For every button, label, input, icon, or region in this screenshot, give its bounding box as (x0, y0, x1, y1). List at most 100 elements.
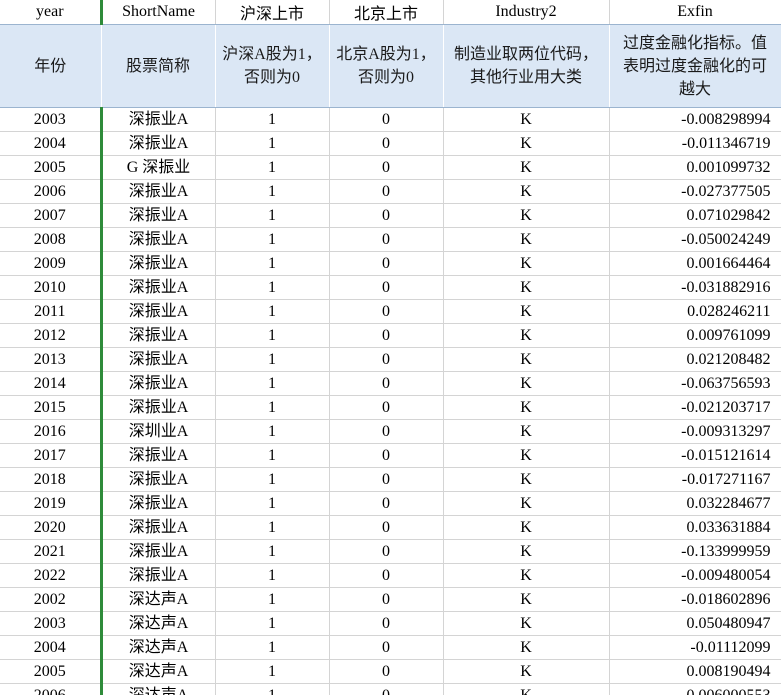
exfin-cell[interactable]: 0.033631884 (609, 515, 781, 540)
industry2-cell[interactable]: K (443, 107, 610, 132)
industry2-cell[interactable]: K (443, 515, 610, 540)
hushen-cell[interactable]: 1 (215, 491, 330, 516)
beijing-cell[interactable]: 0 (329, 323, 444, 348)
beijing-cell[interactable]: 0 (329, 371, 444, 396)
exfin-cell[interactable]: 0.001099732 (609, 155, 781, 180)
industry2-cell[interactable]: K (443, 395, 610, 420)
shortname-cell[interactable]: 深振业A (101, 179, 216, 204)
shortname-cell[interactable]: 深振业A (101, 251, 216, 276)
beijing-cell[interactable]: 0 (329, 515, 444, 540)
year-cell[interactable]: 2005 (0, 155, 103, 180)
year-cell[interactable]: 2007 (0, 203, 103, 228)
year-cell[interactable]: 2022 (0, 563, 103, 588)
industry2-cell[interactable]: K (443, 323, 610, 348)
hushen-cell[interactable]: 1 (215, 179, 330, 204)
exfin-cell[interactable]: -0.017271167 (609, 467, 781, 492)
shortname-cell[interactable]: 深振业A (101, 107, 216, 132)
exfin-cell[interactable]: 0.008190494 (609, 659, 781, 684)
shortname-cell[interactable]: 深振业A (101, 515, 216, 540)
exfin-cell[interactable]: -0.009480054 (609, 563, 781, 588)
year-cell[interactable]: 2021 (0, 539, 103, 564)
header-code-industry2[interactable]: Industry2 (443, 0, 610, 25)
hushen-cell[interactable]: 1 (215, 587, 330, 612)
shortname-cell[interactable]: 深振业A (101, 347, 216, 372)
industry2-cell[interactable]: K (443, 467, 610, 492)
shortname-cell[interactable]: 深振业A (101, 275, 216, 300)
hushen-cell[interactable]: 1 (215, 467, 330, 492)
beijing-cell[interactable]: 0 (329, 131, 444, 156)
hushen-cell[interactable]: 1 (215, 419, 330, 444)
exfin-cell[interactable]: -0.01112099 (609, 635, 781, 660)
shortname-cell[interactable]: 深达声A (101, 587, 216, 612)
exfin-cell[interactable]: -0.009313297 (609, 419, 781, 444)
exfin-cell[interactable]: 0.021208482 (609, 347, 781, 372)
shortname-cell[interactable]: G 深振业 (101, 155, 216, 180)
shortname-cell[interactable]: 深达声A (101, 659, 216, 684)
exfin-cell[interactable]: -0.031882916 (609, 275, 781, 300)
beijing-cell[interactable]: 0 (329, 587, 444, 612)
year-cell[interactable]: 2019 (0, 491, 103, 516)
shortname-cell[interactable]: 深振业A (101, 443, 216, 468)
shortname-cell[interactable]: 深振业A (101, 227, 216, 252)
exfin-cell[interactable]: -0.027377505 (609, 179, 781, 204)
industry2-cell[interactable]: K (443, 131, 610, 156)
industry2-cell[interactable]: K (443, 179, 610, 204)
hushen-cell[interactable]: 1 (215, 155, 330, 180)
industry2-cell[interactable]: K (443, 635, 610, 660)
header-code-shortname[interactable]: ShortName (101, 0, 216, 25)
hushen-cell[interactable]: 1 (215, 539, 330, 564)
exfin-cell[interactable]: -0.021203717 (609, 395, 781, 420)
shortname-cell[interactable]: 深振业A (101, 203, 216, 228)
industry2-cell[interactable]: K (443, 659, 610, 684)
hushen-cell[interactable]: 1 (215, 227, 330, 252)
year-cell[interactable]: 2008 (0, 227, 103, 252)
year-cell[interactable]: 2003 (0, 107, 103, 132)
beijing-cell[interactable]: 0 (329, 179, 444, 204)
shortname-cell[interactable]: 深达声A (101, 683, 216, 695)
industry2-cell[interactable]: K (443, 203, 610, 228)
hushen-cell[interactable]: 1 (215, 275, 330, 300)
hushen-cell[interactable]: 1 (215, 347, 330, 372)
year-cell[interactable]: 2009 (0, 251, 103, 276)
year-cell[interactable]: 2018 (0, 467, 103, 492)
exfin-cell[interactable]: 0.009761099 (609, 323, 781, 348)
industry2-cell[interactable]: K (443, 347, 610, 372)
year-cell[interactable]: 2016 (0, 419, 103, 444)
hushen-cell[interactable]: 1 (215, 131, 330, 156)
year-cell[interactable]: 2020 (0, 515, 103, 540)
industry2-cell[interactable]: K (443, 371, 610, 396)
exfin-cell[interactable]: -0.050024249 (609, 227, 781, 252)
shortname-cell[interactable]: 深达声A (101, 611, 216, 636)
industry2-cell[interactable]: K (443, 491, 610, 516)
year-cell[interactable]: 2013 (0, 347, 103, 372)
exfin-cell[interactable]: -0.133999959 (609, 539, 781, 564)
beijing-cell[interactable]: 0 (329, 635, 444, 660)
exfin-cell[interactable]: 0.006000553 (609, 683, 781, 695)
hushen-cell[interactable]: 1 (215, 563, 330, 588)
hushen-cell[interactable]: 1 (215, 659, 330, 684)
exfin-cell[interactable]: 0.001664464 (609, 251, 781, 276)
hushen-cell[interactable]: 1 (215, 611, 330, 636)
hushen-cell[interactable]: 1 (215, 299, 330, 324)
industry2-cell[interactable]: K (443, 419, 610, 444)
header-desc-hushen[interactable]: 沪深A股为1，否则为0 (215, 24, 330, 108)
header-desc-industry2[interactable]: 制造业取两位代码，其他行业用大类 (443, 24, 610, 108)
year-cell[interactable]: 2014 (0, 371, 103, 396)
shortname-cell[interactable]: 深振业A (101, 323, 216, 348)
industry2-cell[interactable]: K (443, 683, 610, 695)
shortname-cell[interactable]: 深振业A (101, 299, 216, 324)
shortname-cell[interactable]: 深振业A (101, 395, 216, 420)
industry2-cell[interactable]: K (443, 251, 610, 276)
exfin-cell[interactable]: -0.011346719 (609, 131, 781, 156)
shortname-cell[interactable]: 深振业A (101, 371, 216, 396)
year-cell[interactable]: 2017 (0, 443, 103, 468)
hushen-cell[interactable]: 1 (215, 203, 330, 228)
industry2-cell[interactable]: K (443, 275, 610, 300)
header-desc-shortname[interactable]: 股票简称 (101, 24, 216, 108)
shortname-cell[interactable]: 深振业A (101, 467, 216, 492)
year-cell[interactable]: 2004 (0, 635, 103, 660)
industry2-cell[interactable]: K (443, 539, 610, 564)
exfin-cell[interactable]: 0.071029842 (609, 203, 781, 228)
beijing-cell[interactable]: 0 (329, 419, 444, 444)
industry2-cell[interactable]: K (443, 611, 610, 636)
